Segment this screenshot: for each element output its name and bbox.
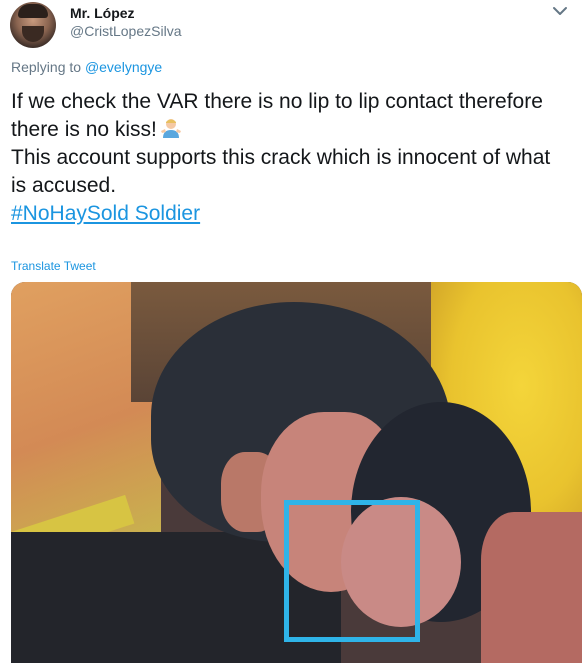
avatar-beard bbox=[22, 26, 44, 42]
tweet-text-line-2: This account supports this crack which i… bbox=[11, 146, 551, 197]
reply-prefix: Replying to bbox=[11, 59, 82, 75]
user-handle[interactable]: @CristLopezSilva bbox=[70, 23, 181, 39]
user-avatar[interactable] bbox=[10, 2, 56, 48]
highlight-square bbox=[284, 500, 420, 642]
reply-mention-link[interactable]: @evelyngye bbox=[85, 59, 162, 75]
translate-tweet-link[interactable]: Translate Tweet bbox=[11, 259, 96, 273]
chevron-down-icon[interactable] bbox=[551, 4, 569, 18]
avatar-hair bbox=[18, 4, 48, 18]
tweet-text-sentence-1: If we check the VAR there is no lip to l… bbox=[11, 90, 543, 141]
media-arm bbox=[481, 512, 582, 663]
tweet-header: Mr. López @CristLopezSilva bbox=[0, 0, 582, 56]
display-name[interactable]: Mr. López bbox=[70, 5, 135, 21]
tweet-text-line-1: If we check the VAR there is no lip to l… bbox=[11, 88, 571, 144]
tweet-text: If we check the VAR there is no lip to l… bbox=[11, 88, 571, 228]
tweet-media-image[interactable] bbox=[11, 282, 582, 663]
reply-context: Replying to @evelyngye bbox=[11, 59, 162, 75]
man-shrugging-emoji-icon bbox=[160, 119, 181, 138]
tweet-hashtag-line: #NoHaySold Soldier bbox=[11, 200, 571, 228]
tweet-card: Mr. López @CristLopezSilva Replying to @… bbox=[0, 0, 582, 663]
hashtag-link[interactable]: #NoHaySold Soldier bbox=[11, 202, 200, 225]
